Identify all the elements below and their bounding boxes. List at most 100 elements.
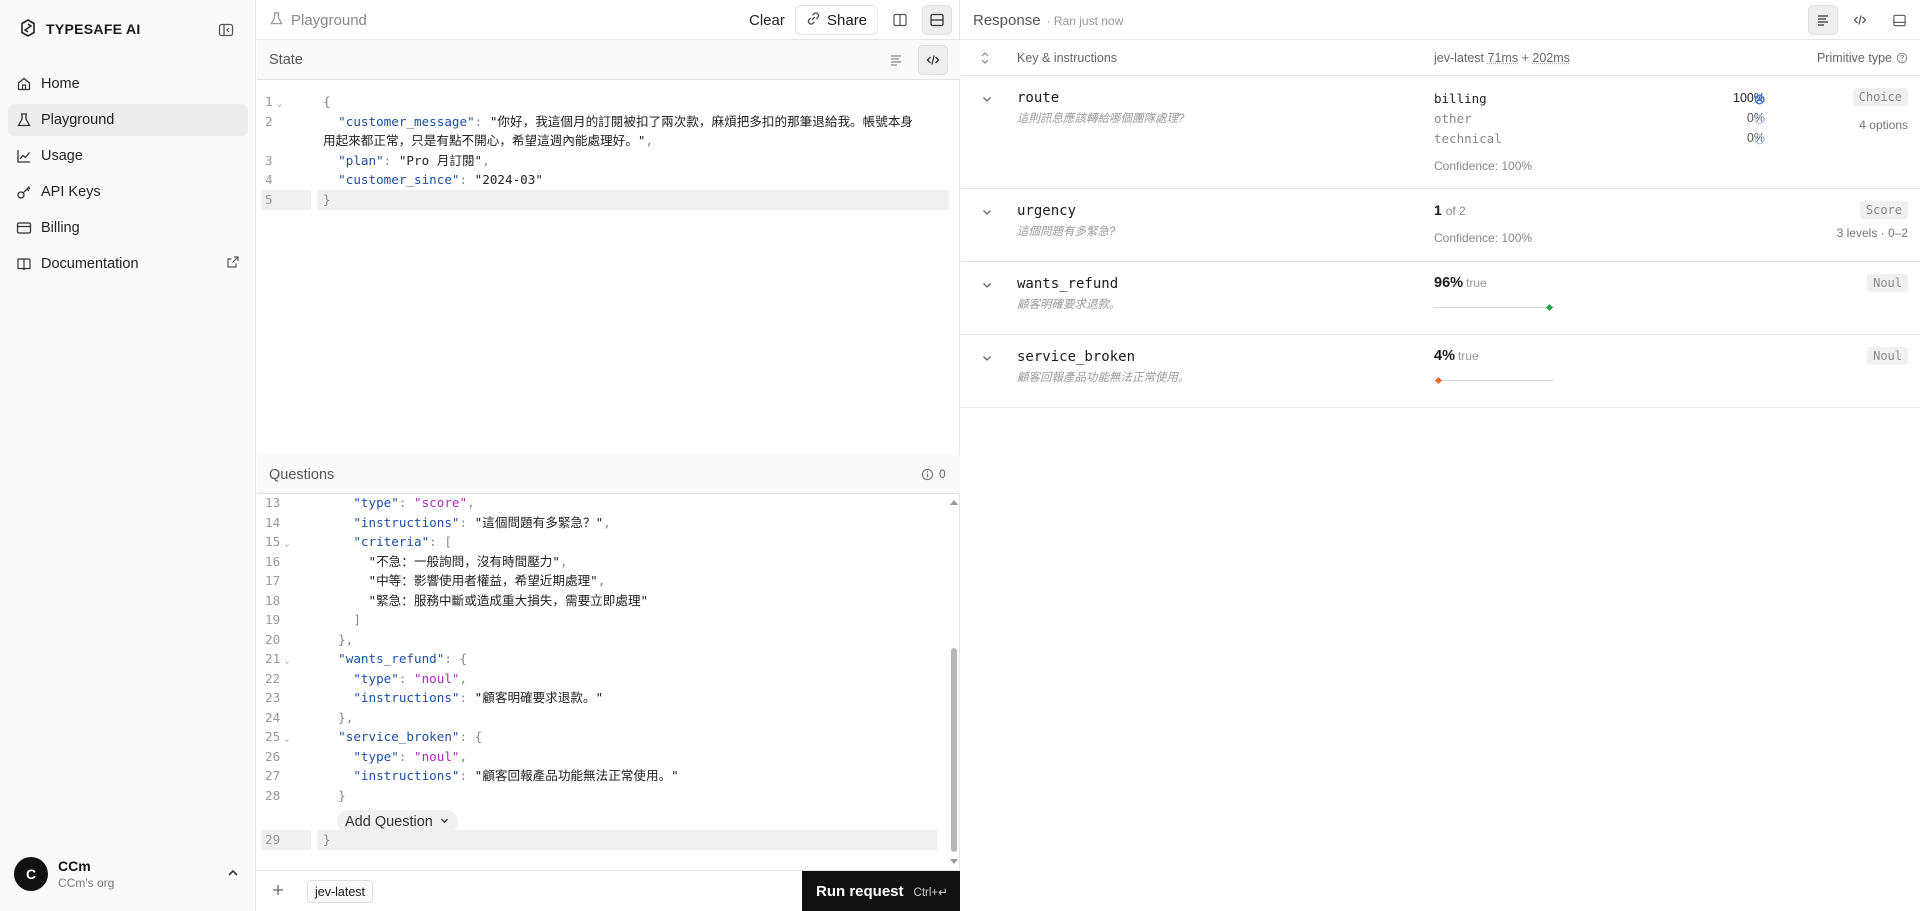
brand[interactable]: TYPESAFE AI (18, 18, 141, 40)
probability-track (1434, 304, 1554, 311)
result-instructions: 顧客明確要求退款。 (1017, 299, 1121, 311)
questions-section-header: Questions (257, 455, 960, 494)
probability-track (1434, 377, 1554, 384)
result-key: wants_refund (1017, 276, 1119, 292)
chevron-down-icon[interactable] (981, 278, 993, 294)
radio-icon (1754, 112, 1765, 128)
flask-icon (269, 11, 284, 30)
sidebar-item-playground[interactable]: Playground (8, 104, 248, 136)
code-line: "customer_since": "2024-03" (338, 172, 543, 187)
code-line: "wants_refund": { (338, 651, 468, 666)
line-number: 2 (265, 113, 273, 129)
type-sub: 3 levels · 0–2 (1836, 226, 1908, 240)
code-line: ] (323, 612, 361, 627)
line-number: 18 (265, 592, 281, 608)
radio-selected-icon (1754, 92, 1765, 108)
code-view-button[interactable] (918, 45, 948, 75)
panel-toggle-button[interactable] (1884, 5, 1914, 35)
align-left-icon (891, 55, 901, 66)
option-label: billing (1434, 91, 1487, 106)
add-question-label: Add Question (345, 813, 433, 830)
chart-icon (16, 148, 32, 164)
sort-icon[interactable] (979, 51, 991, 68)
sidebar-item-home[interactable]: Home (8, 68, 248, 100)
result-row-service-broken[interactable]: service_broken 顧客回報產品功能無法正常使用。 4% true No… (961, 335, 1920, 408)
text-view-button[interactable] (1808, 5, 1838, 35)
issues-badge[interactable]: 0 (921, 467, 946, 481)
issue-count: 0 (939, 467, 946, 481)
result-row-urgency[interactable]: urgency 這個問題有多緊急? 1 of 2 Confidence: 100… (961, 189, 1920, 262)
column-key: Key & instructions (1017, 51, 1118, 65)
sidebar-nav: Home Playground Usage API Keys Billing D… (8, 68, 248, 284)
sidebar-item-documentation[interactable]: Documentation (8, 248, 248, 280)
line-number: 26 (265, 748, 281, 764)
collapse-sidebar-button[interactable] (216, 20, 236, 40)
questions-title: Questions (269, 467, 335, 483)
sidebar-item-api-keys[interactable]: API Keys (8, 176, 248, 208)
state-section-header: State (257, 40, 960, 80)
line-number: 24 (265, 709, 281, 725)
align-left-icon (1818, 15, 1828, 26)
code-line: 用起來都正常，只是有點不開心，希望這週內能處理好。", (323, 133, 654, 148)
result-key: urgency (1017, 203, 1077, 219)
result-row-wants-refund[interactable]: wants_refund 顧客明確要求退款。 96% true Noul (961, 262, 1920, 335)
radio-icon (1754, 132, 1765, 148)
code-line: "customer_message": "你好，我這個月的訂閱被扣了兩次款，麻煩… (338, 113, 914, 129)
panel-icon (1892, 14, 1906, 26)
code-line: "instructions": "顧客回報產品功能無法正常使用。" (353, 768, 679, 783)
code-line: } (323, 192, 331, 207)
code-line: "criteria": [ (353, 534, 452, 549)
line-number: 20 (265, 631, 281, 647)
state-editor[interactable]: 1 ⌄ { 2 "customer_message": "你好，我這個月的訂閱被扣… (257, 92, 960, 452)
add-question-button[interactable]: Add Question (337, 810, 458, 833)
scroll-thumb[interactable] (951, 648, 957, 852)
sidebar-item-usage[interactable]: Usage (8, 140, 248, 172)
chevron-down-icon[interactable] (981, 351, 993, 367)
user-name: CCm (58, 858, 91, 874)
result-row-route[interactable]: route 這則訊息應該轉給哪個團隊處理? billing 100% other… (961, 76, 1920, 189)
type-tag: Noul (1867, 347, 1908, 365)
line-number: 3 (265, 152, 273, 168)
response-table-header: Key & instructions jev-latest 71ms + 202… (961, 40, 1920, 76)
questions-scrollbar[interactable] (949, 498, 959, 866)
flask-icon (16, 112, 32, 128)
format-text-button[interactable] (881, 45, 911, 75)
result-instructions: 這個問題有多緊急? (1017, 226, 1116, 238)
sidebar-item-billing[interactable]: Billing (8, 212, 248, 244)
chevron-down-icon[interactable] (981, 205, 993, 221)
code-line: "中等：影響使用者權益，希望近期處理", (368, 573, 606, 588)
user-menu[interactable]: C CCm CCm's org (14, 856, 240, 892)
response-title: Response (973, 12, 1041, 29)
split-vertical-button[interactable] (885, 5, 915, 35)
probability-value: 96% true (1434, 275, 1487, 291)
share-button[interactable]: Share (795, 5, 879, 35)
result-key: route (1017, 90, 1060, 106)
clear-button[interactable]: Clear (741, 8, 793, 32)
run-label: Run request (816, 883, 904, 900)
code-line: "plan": "Pro 月訂閱", (338, 152, 490, 168)
line-number: 16 (265, 553, 281, 569)
chevron-down-icon[interactable] (981, 92, 993, 108)
add-model-button[interactable] (271, 881, 285, 902)
share-label: Share (827, 11, 868, 29)
playground-footer: jev-latest Run request Ctrl+↵ (257, 870, 960, 911)
credit-card-icon (16, 220, 32, 236)
split-horizontal-button[interactable] (922, 5, 952, 35)
code-line: "type": "noul", (353, 670, 468, 686)
option-label: technical (1434, 131, 1502, 146)
scroll-down-icon (950, 859, 958, 864)
json-view-button[interactable] (1845, 5, 1875, 35)
run-request-button[interactable]: Run request Ctrl+↵ (802, 871, 960, 911)
scroll-up-icon (950, 500, 958, 505)
line-number: 23 (265, 690, 281, 705)
type-tag: Choice (1852, 88, 1908, 106)
code-icon (1853, 15, 1867, 25)
avatar: C (14, 857, 48, 891)
model-chip[interactable]: jev-latest (307, 880, 374, 903)
confidence: Confidence: 100% (1434, 159, 1533, 173)
sidebar-item-label: Documentation (41, 256, 139, 272)
chevron-up-icon (226, 866, 240, 883)
brand-name: TYPESAFE AI (46, 21, 141, 37)
run-shortcut: Ctrl+↵ (913, 886, 948, 899)
confidence: Confidence: 100% (1434, 231, 1533, 245)
